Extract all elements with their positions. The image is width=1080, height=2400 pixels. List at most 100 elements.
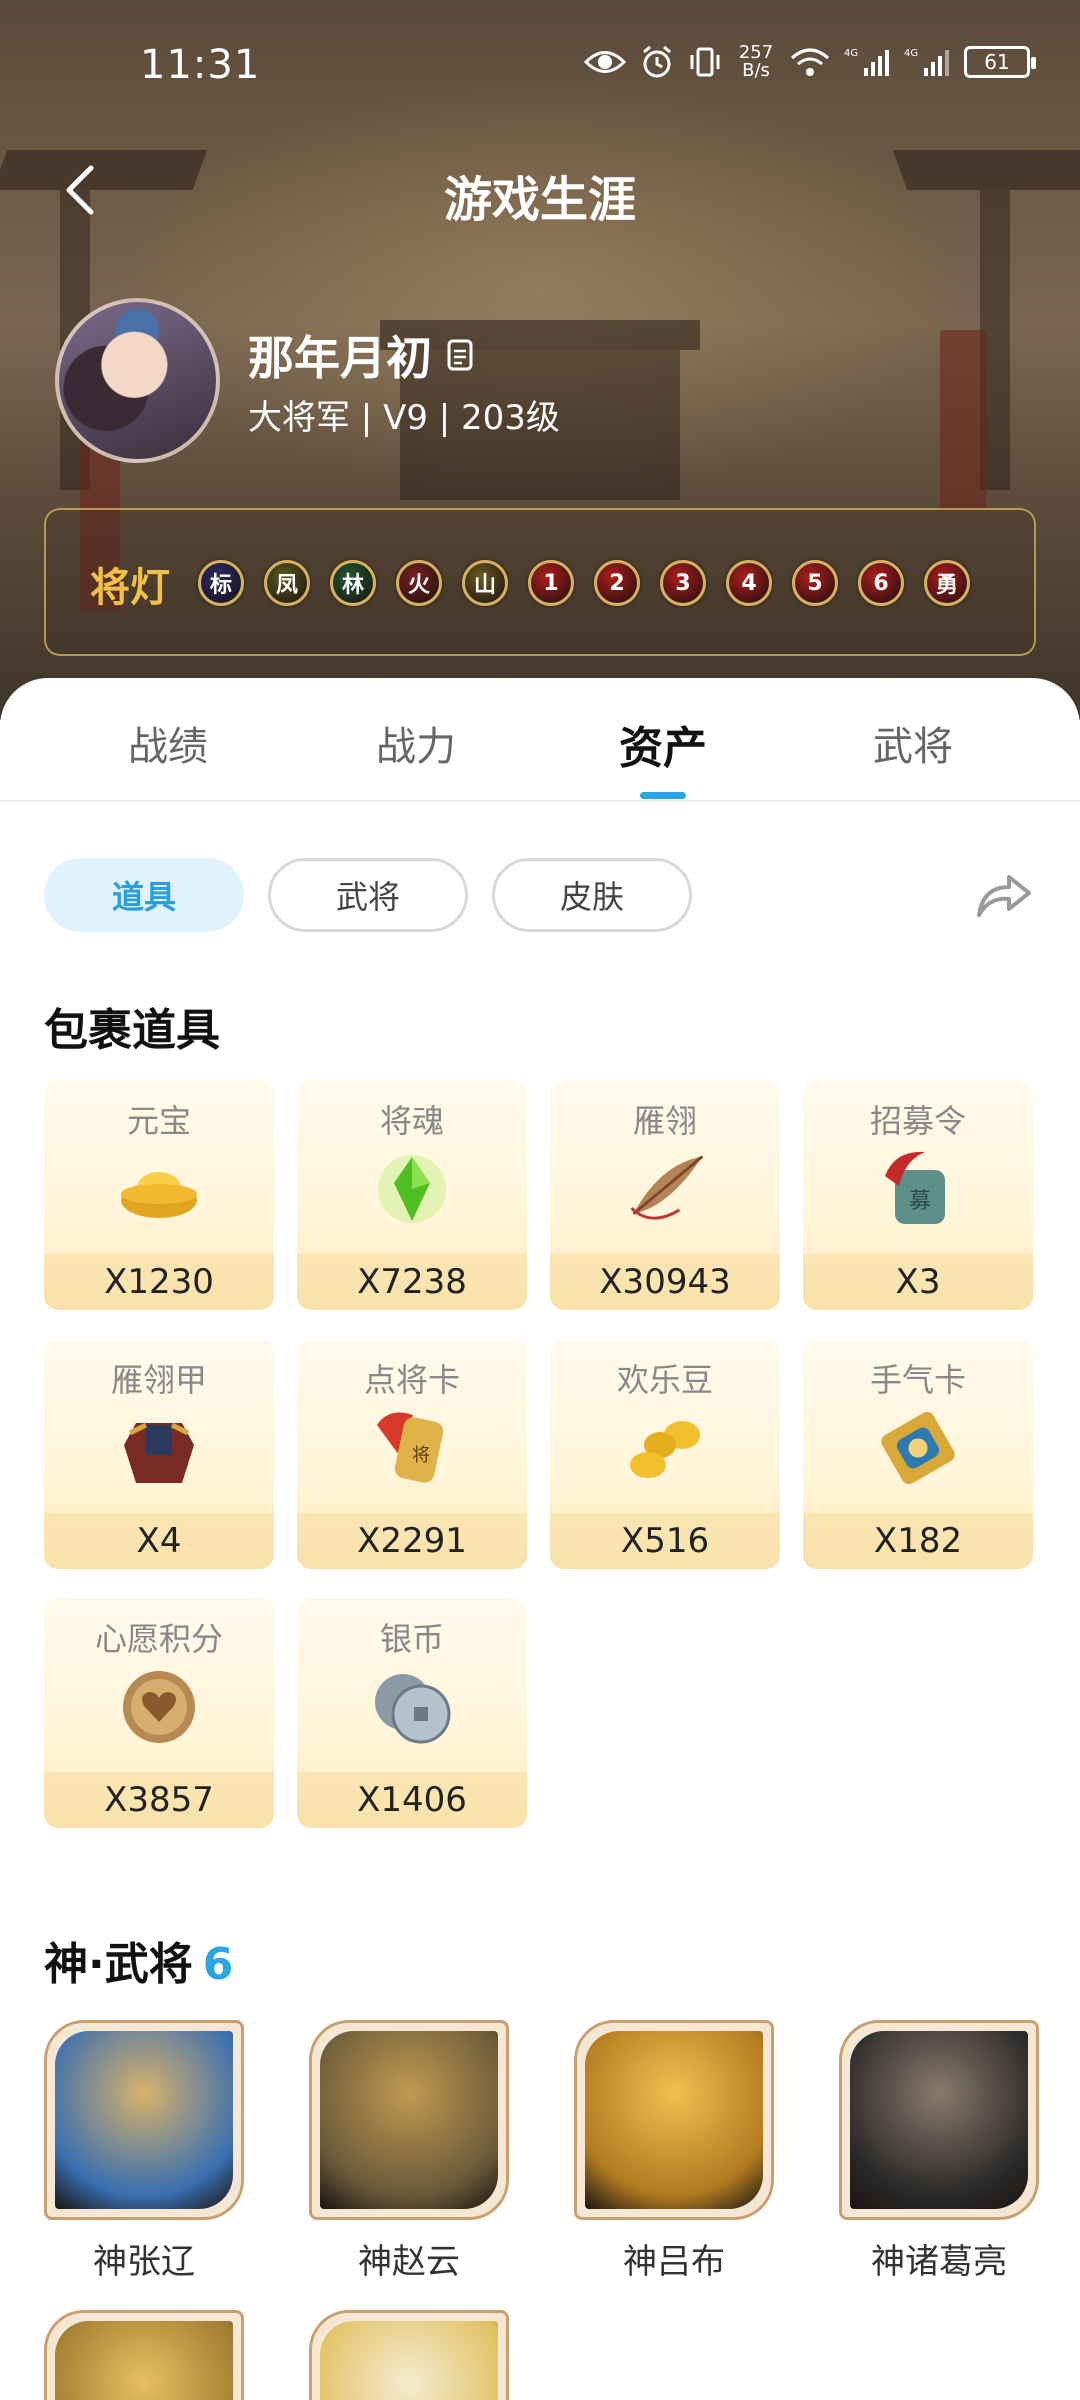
luck-card-icon: [875, 1405, 961, 1491]
hero-portrait: [850, 2031, 1028, 2209]
lamp-badge[interactable]: 2: [594, 560, 640, 606]
hero-portrait: [320, 2031, 498, 2209]
heroes-section-title: 神·武将 6: [44, 1928, 233, 1992]
hero-name: 神张辽: [93, 2242, 195, 2282]
general-card-icon: 将: [369, 1405, 455, 1491]
item-count: X30943: [550, 1254, 780, 1310]
item-card[interactable]: 银币 X1406: [297, 1598, 527, 1828]
item-card[interactable]: 手气卡 X182: [803, 1339, 1033, 1569]
hero-name: 神诸葛亮: [871, 2242, 1007, 2282]
hero-card[interactable]: 神张辽: [44, 2020, 244, 2283]
user-level: 大将军 | V9 | 203级: [248, 398, 560, 438]
item-name: 雁翎甲: [110, 1361, 207, 1399]
lamp-badge[interactable]: 1: [528, 560, 574, 606]
lamp-row: 标凤林火山123456勇: [198, 560, 970, 606]
hero-portrait: [585, 2031, 763, 2209]
lamp-badge[interactable]: 火: [396, 560, 442, 606]
username: 那年月初: [248, 322, 474, 388]
heroes-count: 6: [202, 1939, 234, 1990]
item-name: 欢乐豆: [616, 1361, 713, 1399]
item-card[interactable]: 雁翎甲 X4: [44, 1339, 274, 1569]
note-icon[interactable]: [446, 338, 474, 372]
lamp-badge[interactable]: 林: [330, 560, 376, 606]
hero-card[interactable]: 神吕布: [574, 2020, 774, 2283]
items-section-title: 包裹道具: [44, 1005, 220, 1056]
network-speed: 257 B/s: [738, 42, 774, 81]
item-count: X516: [550, 1513, 780, 1569]
lamp-badge[interactable]: 6: [858, 560, 904, 606]
item-name: 将魂: [379, 1102, 444, 1140]
item-count: X7238: [297, 1254, 527, 1310]
lamp-panel: 将灯 标凤林火山123456勇: [44, 508, 1036, 656]
hero-card[interactable]: [309, 2310, 509, 2400]
item-count: X3857: [44, 1772, 274, 1828]
hero-portrait-frame: [44, 2310, 244, 2400]
lamp-title: 将灯: [90, 565, 170, 611]
tab-indicator: [640, 792, 686, 799]
signal-icon-2: 4G: [904, 46, 950, 78]
eye-icon: [584, 47, 626, 77]
item-count: X3: [803, 1254, 1033, 1310]
hero-card[interactable]: 神诸葛亮: [839, 2020, 1039, 2283]
armor-icon: [116, 1405, 202, 1491]
item-count: X4: [44, 1513, 274, 1569]
item-count: X2291: [297, 1513, 527, 1569]
item-name: 手气卡: [869, 1361, 966, 1399]
item-card[interactable]: 点将卡将 X2291: [297, 1339, 527, 1569]
vibrate-icon: [688, 45, 722, 79]
lamp-badge[interactable]: 5: [792, 560, 838, 606]
lamp-badge[interactable]: 凤: [264, 560, 310, 606]
hero-portrait-frame: [309, 2310, 509, 2400]
item-name: 银币: [379, 1620, 444, 1658]
item-name: 雁翎: [632, 1102, 697, 1140]
gold-ingot-icon: [116, 1146, 202, 1232]
item-count: X182: [803, 1513, 1033, 1569]
tab-generals[interactable]: 武将: [813, 714, 1013, 772]
hero-portrait-frame: [574, 2020, 774, 2220]
item-count: X1406: [297, 1772, 527, 1828]
item-card[interactable]: 将魂 X7238: [297, 1080, 527, 1310]
chip-skins[interactable]: 皮肤: [492, 858, 692, 932]
recruit-token-icon: 募: [875, 1146, 961, 1232]
hero-portrait: [320, 2321, 498, 2400]
chip-generals[interactable]: 武将: [268, 858, 468, 932]
share-button[interactable]: [972, 864, 1036, 928]
lamp-badge[interactable]: 4: [726, 560, 772, 606]
filter-chips: 道具 武将 皮肤: [44, 858, 692, 932]
heroes-title-text: 神·武将: [44, 1939, 193, 1990]
tab-power[interactable]: 战力: [316, 714, 516, 772]
lamp-badge[interactable]: 山: [462, 560, 508, 606]
hero-portrait: [55, 2031, 233, 2209]
username-text: 那年月初: [248, 331, 432, 385]
hero-portrait: [55, 2321, 233, 2400]
lamp-badge[interactable]: 标: [198, 560, 244, 606]
hero-name: 神赵云: [358, 2242, 460, 2282]
avatar[interactable]: [55, 298, 220, 463]
hero-card[interactable]: 神赵云: [309, 2020, 509, 2283]
item-name: 点将卡: [363, 1361, 460, 1399]
tab-records[interactable]: 战绩: [68, 714, 268, 772]
item-name: 招募令: [869, 1102, 966, 1140]
hero-portrait-frame: [839, 2020, 1039, 2220]
beans-icon: [622, 1405, 708, 1491]
item-card[interactable]: 欢乐豆 X516: [550, 1339, 780, 1569]
hero-card[interactable]: [44, 2310, 244, 2400]
green-crystal-icon: [369, 1146, 455, 1232]
chip-items[interactable]: 道具: [44, 858, 244, 932]
item-card[interactable]: 元宝 X1230: [44, 1080, 274, 1310]
item-card[interactable]: 招募令募 X3: [803, 1080, 1033, 1310]
item-card[interactable]: 雁翎 X30943: [550, 1080, 780, 1310]
alarm-icon: [640, 45, 674, 79]
lamp-badge[interactable]: 3: [660, 560, 706, 606]
heart-coin-icon: [116, 1664, 202, 1750]
tab-assets[interactable]: 资产: [563, 712, 763, 776]
feather-icon: [622, 1146, 708, 1232]
item-card[interactable]: 心愿积分 X3857: [44, 1598, 274, 1828]
status-time: 11:31: [140, 42, 261, 88]
hero-portrait-frame: [44, 2020, 244, 2220]
item-name: 心愿积分: [94, 1620, 223, 1658]
battery-indicator: 61: [964, 46, 1036, 78]
status-bar: 11:31 257 B/s 4G 4G 61: [0, 30, 1080, 100]
page-title: 游戏生涯: [443, 172, 636, 228]
lamp-badge[interactable]: 勇: [924, 560, 970, 606]
